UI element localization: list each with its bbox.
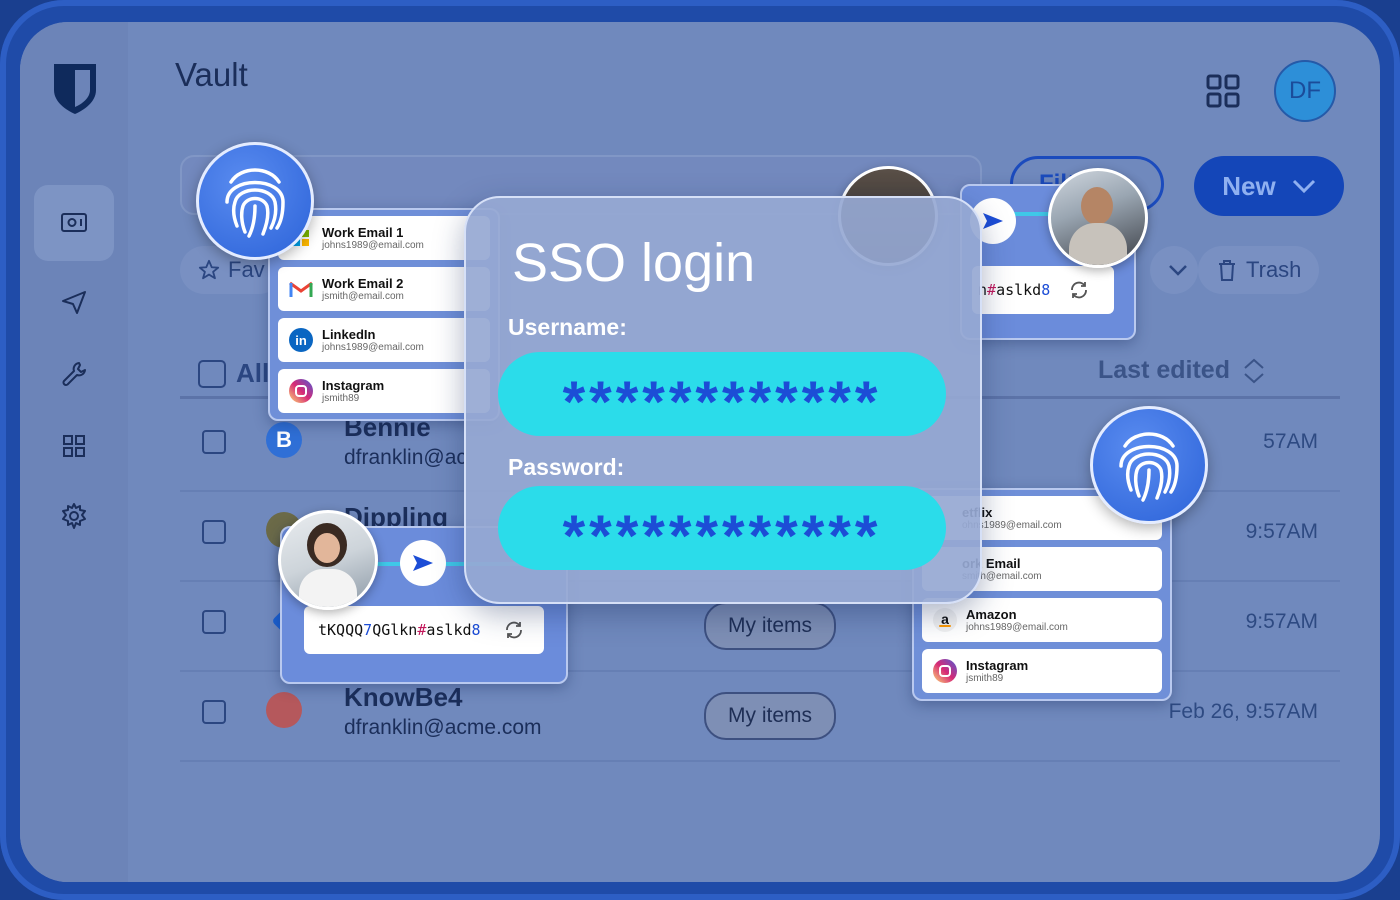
password-segment: 7 [363, 621, 373, 639]
username-field[interactable]: ************ [498, 352, 946, 436]
password-label: Password: [508, 454, 625, 480]
gmail-icon [288, 276, 314, 302]
item-date: 9:57AM [1245, 610, 1318, 633]
item-name[interactable]: KnowBe4 [344, 682, 462, 713]
knowbe4-logo-icon [266, 692, 302, 728]
vault-icon [61, 213, 87, 232]
star-icon [198, 259, 220, 280]
new-button[interactable]: New [1194, 156, 1344, 216]
item-date: 9:57AM [1245, 520, 1318, 543]
user-photo-man [1048, 168, 1148, 268]
trash-icon [1219, 260, 1235, 281]
regenerate-icon[interactable] [1068, 279, 1090, 301]
sort-icon [1244, 358, 1264, 383]
owner-badge: My items [704, 692, 836, 740]
item-username: dfranklin@acme.com [344, 716, 542, 739]
list-item-title: Instagram [966, 657, 1029, 673]
amazon-icon: a [932, 607, 958, 633]
list-item[interactable]: Instagram jsmith89 [922, 649, 1162, 693]
item-date: Feb 26, 9:57AM [1168, 700, 1318, 723]
chevron-down-icon [1292, 179, 1315, 193]
list-item-sub: jsmith89 [966, 672, 1004, 684]
owner-badge: My items [704, 602, 836, 650]
account-avatar[interactable]: DF [1274, 60, 1336, 122]
row-checkbox[interactable] [202, 430, 226, 454]
list-item-sub: jsmith89 [322, 392, 360, 404]
last-edited-header[interactable]: Last edited [1098, 356, 1266, 385]
row-checkbox[interactable] [202, 520, 226, 544]
nav-send[interactable] [34, 264, 114, 340]
list-item-sub: johns1989@email.com [966, 621, 1068, 633]
regenerate-icon[interactable] [503, 619, 525, 641]
list-item[interactable]: a Amazon johns1989@email.com [922, 598, 1162, 642]
linkedin-icon: in [288, 327, 314, 353]
chevron-down-icon [1169, 265, 1187, 276]
generated-password: n # aslkd 8 [972, 266, 1114, 314]
list-item-sub: jsmith@email.com [322, 290, 404, 302]
row-checkbox[interactable] [202, 700, 226, 724]
instagram-icon [932, 658, 958, 684]
nav-vault[interactable] [34, 185, 114, 261]
page-title: Vault [175, 56, 248, 93]
last-edited-label: Last edited [1098, 356, 1230, 384]
username-label: Username: [508, 314, 627, 340]
password-segment: QGlkn [372, 621, 418, 639]
password-segment: 8 [471, 621, 481, 639]
generated-password: tKQQQ 7 QGlkn # aslkd 8 [304, 606, 544, 654]
password-segment: 8 [1041, 281, 1051, 299]
send-icon [400, 540, 446, 586]
sso-login-panel: SSO login Username: ************ Passwor… [464, 196, 982, 604]
product-switcher-icon[interactable] [1206, 74, 1240, 108]
favorites-label: Fav [228, 257, 265, 282]
list-item-sub: johns1989@email.com [322, 341, 424, 353]
nav-tools[interactable] [34, 336, 114, 412]
sidebar [20, 22, 128, 882]
send-icon [62, 291, 86, 314]
password-field[interactable]: ************ [498, 486, 946, 570]
dropdown-chip[interactable] [1150, 246, 1198, 294]
wrench-icon [62, 362, 86, 386]
password-segment: aslkd [996, 281, 1042, 299]
list-item-title: Instagram [322, 377, 385, 393]
item-logo-icon: B [266, 422, 302, 458]
grid-icon [63, 435, 85, 457]
password-segment: tKQQQ [318, 621, 364, 639]
item-username: dfranklin@ac [344, 446, 467, 469]
password-segment: # [987, 281, 997, 299]
trash-chip[interactable]: Trash [1198, 246, 1320, 294]
list-item-title: LinkedIn [322, 326, 376, 342]
list-item-sub: johns1989@email.com [322, 239, 424, 251]
item-date: 57AM [1263, 430, 1318, 453]
row-checkbox[interactable] [202, 610, 226, 634]
trash-label: Trash [1246, 257, 1302, 282]
password-segment: # [417, 621, 427, 639]
list-item-title: Work Email 1 [322, 224, 404, 240]
password-segment: aslkd [426, 621, 472, 639]
nav-apps[interactable] [34, 408, 114, 484]
list-item-title: Amazon [966, 606, 1017, 622]
select-all-checkbox[interactable] [198, 360, 226, 388]
gear-icon [62, 503, 86, 529]
list-item[interactable]: in LinkedIn johns1989@email.com [278, 318, 490, 362]
fingerprint-icon [1090, 406, 1208, 524]
sso-title: SSO login [512, 233, 756, 293]
user-photo-woman [278, 510, 378, 610]
fingerprint-icon [196, 142, 314, 260]
select-all-label: All [236, 358, 270, 388]
bitwarden-logo-icon [54, 64, 96, 114]
nav-settings[interactable] [34, 478, 114, 554]
list-item[interactable]: Instagram jsmith89 [278, 369, 490, 413]
list-item-title: Work Email 2 [322, 275, 404, 291]
new-button-label: New [1222, 170, 1276, 201]
instagram-icon [288, 378, 314, 404]
list-item[interactable]: Work Email 2 jsmith@email.com [278, 267, 490, 311]
